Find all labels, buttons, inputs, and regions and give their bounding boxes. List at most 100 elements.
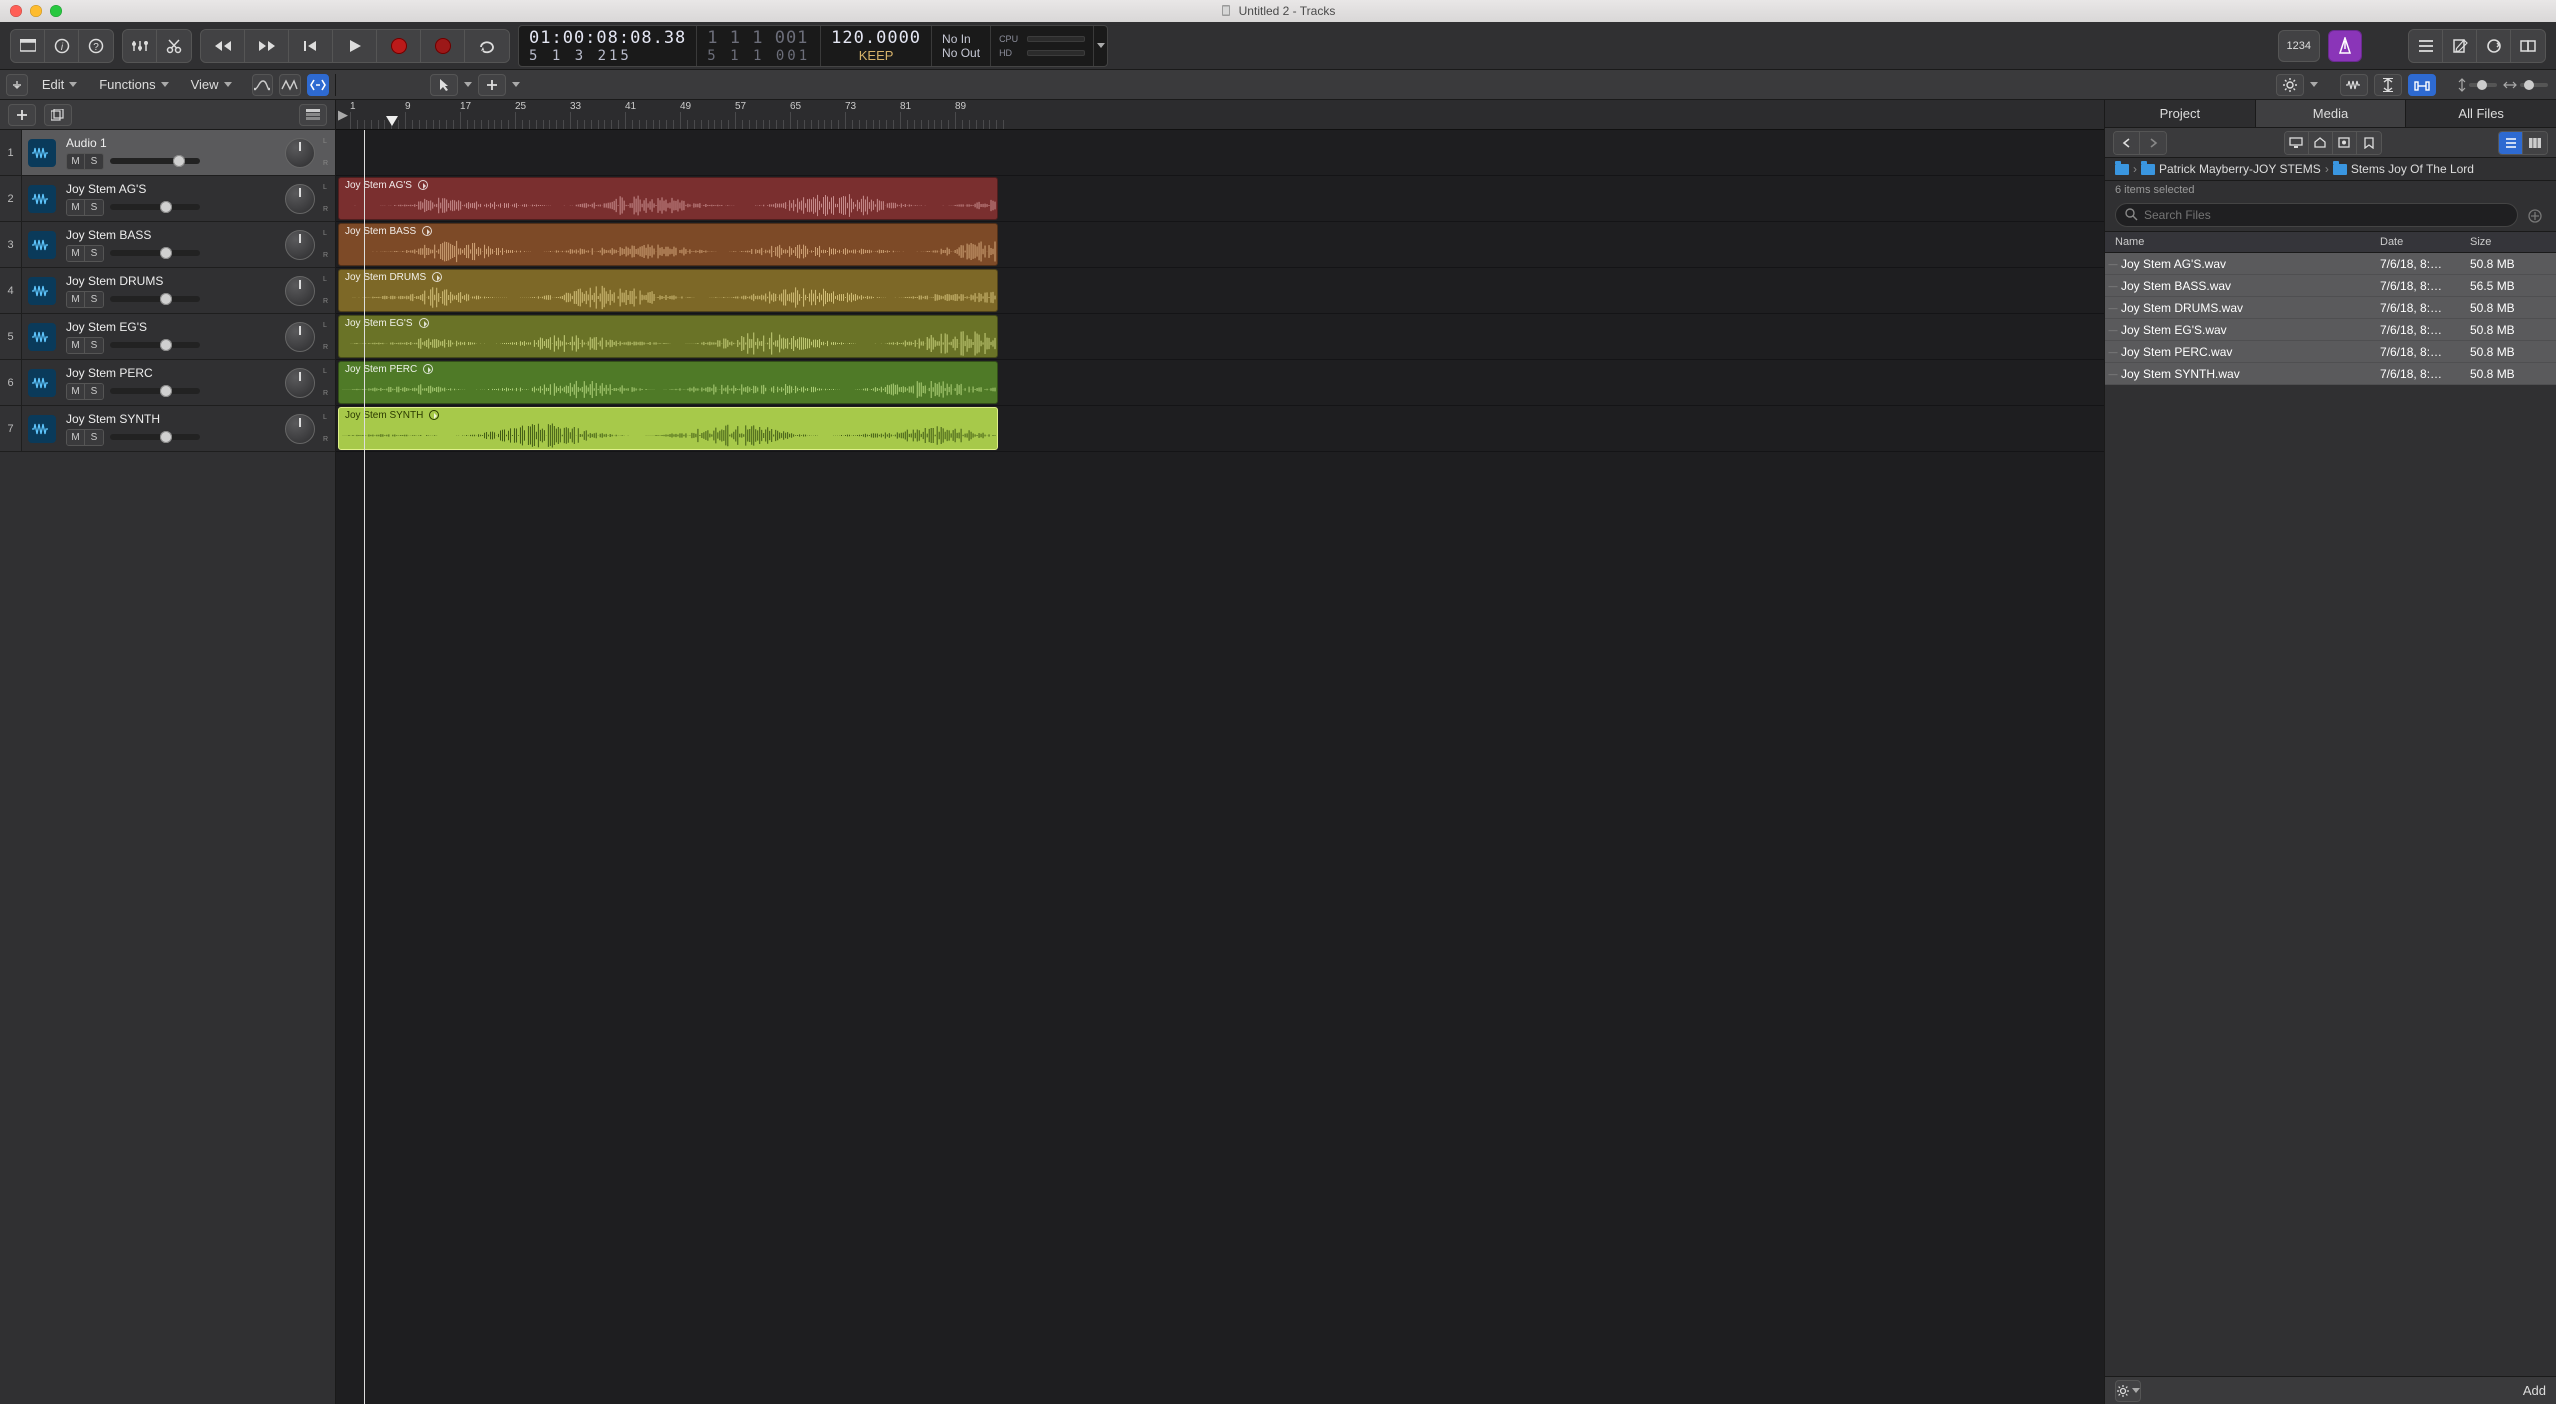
mute-button[interactable]: M (67, 200, 85, 215)
browser-action-menu[interactable] (2115, 1380, 2141, 1402)
record-button[interactable] (377, 30, 421, 62)
track-name[interactable]: Joy Stem SYNTH (66, 412, 273, 426)
add-marker-dropdown[interactable] (512, 82, 520, 87)
mute-button[interactable]: M (67, 384, 85, 399)
pointer-tool[interactable] (430, 74, 458, 96)
track-type-icon[interactable] (22, 314, 62, 359)
mute-button[interactable]: M (67, 430, 85, 445)
horizontal-zoom-slider[interactable] (2503, 81, 2548, 89)
arrange-track-lane[interactable]: Joy Stem SYNTH (336, 406, 2104, 452)
notepad-button[interactable] (2443, 30, 2477, 62)
volume-slider[interactable] (110, 342, 200, 348)
flex-icon[interactable] (279, 74, 301, 96)
track-header[interactable]: 3 Joy Stem BASS M S LR (0, 222, 335, 268)
lcd-no-in[interactable]: No In (942, 32, 980, 46)
file-row[interactable]: — Joy Stem SYNTH.wav 7/6/18, 8:… 50.8 MB (2105, 363, 2556, 385)
audio-region[interactable]: Joy Stem EG'S (338, 315, 998, 358)
solo-button[interactable]: S (85, 292, 103, 307)
vertical-zoom-slider[interactable] (2458, 78, 2497, 92)
snap-waveform-icon[interactable] (2340, 74, 2368, 96)
list-editors-button[interactable] (2409, 30, 2443, 62)
pan-knob[interactable] (285, 184, 315, 214)
audio-region[interactable]: Joy Stem AG'S (338, 177, 998, 220)
duplicate-track-icon[interactable] (44, 104, 72, 126)
scissors-icon[interactable] (157, 30, 191, 62)
arrange-track-lane[interactable]: Joy Stem BASS (336, 222, 2104, 268)
path-segment[interactable]: Stems Joy Of The Lord (2351, 162, 2474, 176)
lcd-keep[interactable]: KEEP (831, 48, 921, 63)
file-row[interactable]: — Joy Stem PERC.wav 7/6/18, 8:… 50.8 MB (2105, 341, 2556, 363)
track-name[interactable]: Joy Stem EG'S (66, 320, 273, 334)
lcd-smpte[interactable]: 01:00:08:08.38 (529, 28, 686, 48)
quick-help-button[interactable]: ? (79, 30, 113, 62)
browser-forward-button[interactable] (2140, 132, 2166, 154)
browser-path[interactable]: › Patrick Mayberry-JOY STEMS › Stems Joy… (2105, 158, 2556, 181)
solo-button[interactable]: S (85, 384, 103, 399)
search-add-button[interactable] (2524, 205, 2546, 227)
column-date[interactable]: Date (2380, 236, 2470, 248)
pan-knob[interactable] (285, 414, 315, 444)
file-row[interactable]: — Joy Stem DRUMS.wav 7/6/18, 8:… 50.8 MB (2105, 297, 2556, 319)
track-type-icon[interactable] (22, 222, 62, 267)
track-header[interactable]: 5 Joy Stem EG'S M S LR (0, 314, 335, 360)
tab-media[interactable]: Media (2256, 100, 2407, 127)
volume-slider[interactable] (110, 250, 200, 256)
track-type-icon[interactable] (22, 360, 62, 405)
edit-menu[interactable]: Edit (34, 74, 85, 95)
browser-project-icon[interactable] (2333, 132, 2357, 154)
pan-knob[interactable] (285, 368, 315, 398)
column-name[interactable]: Name (2105, 236, 2380, 248)
track-header[interactable]: 2 Joy Stem AG'S M S LR (0, 176, 335, 222)
tab-all-files[interactable]: All Files (2406, 100, 2556, 127)
pan-knob[interactable] (285, 230, 315, 260)
path-segment[interactable]: Patrick Mayberry-JOY STEMS (2159, 162, 2321, 176)
search-input[interactable] (2115, 203, 2518, 227)
rewind-button[interactable] (201, 30, 245, 62)
add-track-button[interactable] (8, 104, 36, 126)
track-header[interactable]: 7 Joy Stem SYNTH M S LR (0, 406, 335, 452)
arrange-track-lane[interactable]: Joy Stem EG'S (336, 314, 2104, 360)
global-tracks-icon[interactable] (299, 104, 327, 126)
library-button[interactable] (11, 30, 45, 62)
column-size[interactable]: Size (2470, 236, 2556, 248)
track-header[interactable]: 4 Joy Stem DRUMS M S LR (0, 268, 335, 314)
link-icon[interactable] (307, 74, 329, 96)
mute-button[interactable]: M (67, 292, 85, 307)
loop-browser-button[interactable] (2477, 30, 2511, 62)
vertical-zoom-icon[interactable] (2374, 74, 2402, 96)
lcd-locator-bottom[interactable]: 5 1 1 001 (707, 48, 810, 64)
arrange-area[interactable]: ▶ 1917253341495765738189 Joy Stem AG'S J… (336, 100, 2104, 1404)
file-row[interactable]: — Joy Stem BASS.wav 7/6/18, 8:… 56.5 MB (2105, 275, 2556, 297)
arrange-track-lane[interactable] (336, 130, 2104, 176)
file-row[interactable]: — Joy Stem EG'S.wav 7/6/18, 8:… 50.8 MB (2105, 319, 2556, 341)
snap-to-grid-icon[interactable] (2408, 74, 2436, 96)
track-type-icon[interactable] (22, 406, 62, 451)
track-name[interactable]: Joy Stem PERC (66, 366, 273, 380)
browser-add-button[interactable]: Add (2523, 1383, 2546, 1398)
gear-icon[interactable] (2276, 74, 2304, 96)
solo-button[interactable]: S (85, 246, 103, 261)
browser-column-view-icon[interactable] (2523, 132, 2547, 154)
pan-knob[interactable] (285, 138, 315, 168)
mute-button[interactable]: M (67, 246, 85, 261)
solo-button[interactable]: S (85, 154, 103, 169)
solo-button[interactable]: S (85, 200, 103, 215)
inspector-button[interactable]: i (45, 30, 79, 62)
track-name[interactable]: Joy Stem DRUMS (66, 274, 273, 288)
mute-button[interactable]: M (67, 338, 85, 353)
pan-knob[interactable] (285, 276, 315, 306)
browser-back-button[interactable] (2114, 132, 2140, 154)
browser-computer-icon[interactable] (2285, 132, 2309, 154)
volume-slider[interactable] (110, 204, 200, 210)
ruler[interactable]: ▶ 1917253341495765738189 (336, 100, 2104, 130)
track-name[interactable]: Joy Stem AG'S (66, 182, 273, 196)
track-type-icon[interactable] (22, 130, 62, 175)
track-name[interactable]: Joy Stem BASS (66, 228, 273, 242)
solo-button[interactable]: S (85, 338, 103, 353)
track-header[interactable]: 6 Joy Stem PERC M S LR (0, 360, 335, 406)
view-menu[interactable]: View (183, 74, 240, 95)
lcd-locator-top[interactable]: 1 1 1 001 (707, 28, 810, 48)
tab-project[interactable]: Project (2105, 100, 2256, 127)
audio-region[interactable]: Joy Stem BASS (338, 223, 998, 266)
volume-slider[interactable] (110, 434, 200, 440)
